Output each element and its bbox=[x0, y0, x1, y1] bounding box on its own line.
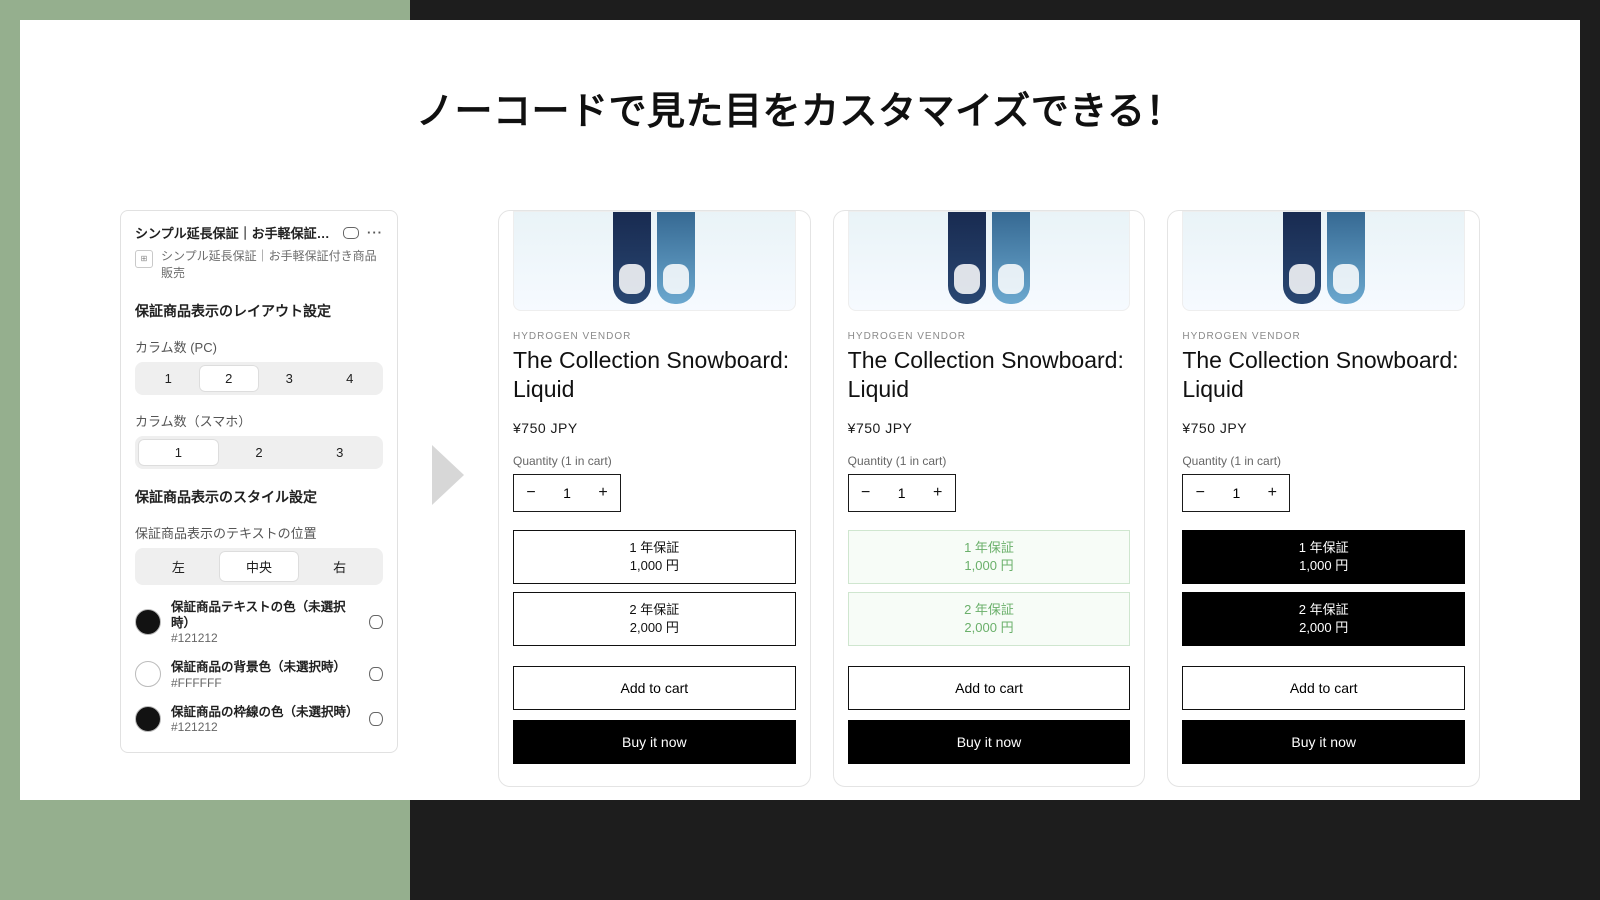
add-to-cart-button[interactable]: Add to cart bbox=[513, 666, 796, 710]
arrow-right-icon bbox=[432, 445, 464, 505]
product-title: The Collection Snowboard: Liquid bbox=[513, 346, 796, 404]
product-vendor: HYDROGEN VENDOR bbox=[848, 331, 1131, 342]
database-icon bbox=[369, 667, 383, 681]
columns-sp-segment: 1 2 3 bbox=[135, 436, 383, 469]
color-bg-hex: #FFFFFF bbox=[171, 676, 359, 690]
database-icon[interactable] bbox=[343, 227, 359, 239]
product-price: ¥750 JPY bbox=[1182, 420, 1465, 436]
product-previews: HYDROGEN VENDOR The Collection Snowboard… bbox=[498, 210, 1480, 787]
quantity-label: Quantity (1 in cart) bbox=[1182, 454, 1465, 468]
color-bg-name: 保証商品の背景色（未選択時） bbox=[171, 659, 359, 675]
more-icon[interactable]: ··· bbox=[367, 225, 383, 240]
warranty-1-price: 1,000 円 bbox=[514, 557, 795, 575]
product-card: HYDROGEN VENDOR The Collection Snowboard… bbox=[833, 210, 1146, 787]
swatch-bg-color bbox=[135, 661, 161, 687]
swatch-border-color bbox=[135, 706, 161, 732]
warranty-2-price: 2,000 円 bbox=[1183, 619, 1464, 637]
product-vendor: HYDROGEN VENDOR bbox=[1182, 331, 1465, 342]
qty-increase-button[interactable]: + bbox=[921, 475, 955, 511]
text-pos-right[interactable]: 右 bbox=[299, 551, 380, 582]
warranty-option-1[interactable]: 1 年保証 1,000 円 bbox=[1182, 530, 1465, 584]
qty-value: 1 bbox=[883, 485, 921, 501]
add-to-cart-button[interactable]: Add to cart bbox=[1182, 666, 1465, 710]
block-icon: ⊞ bbox=[135, 250, 153, 268]
settings-subheader: シンプル延長保証｜お手軽保証付き商品販売 bbox=[161, 248, 383, 283]
quantity-stepper[interactable]: − 1 + bbox=[848, 474, 956, 512]
product-image bbox=[848, 211, 1131, 311]
product-vendor: HYDROGEN VENDOR bbox=[513, 331, 796, 342]
color-row-border[interactable]: 保証商品の枠線の色（未選択時） #121212 bbox=[135, 704, 383, 734]
add-to-cart-button[interactable]: Add to cart bbox=[848, 666, 1131, 710]
color-row-text[interactable]: 保証商品テキストの色（未選択時） #121212 bbox=[135, 599, 383, 646]
settings-header: シンプル延長保証｜お手軽保証… bbox=[135, 223, 335, 242]
database-icon bbox=[369, 712, 383, 726]
warranty-1-label: 1 年保証 bbox=[849, 539, 1130, 557]
warranty-option-2[interactable]: 2 年保証 2,000 円 bbox=[1182, 592, 1465, 646]
section-style-title: 保証商品表示のスタイル設定 bbox=[135, 487, 383, 507]
qty-increase-button[interactable]: + bbox=[586, 475, 620, 511]
warranty-option-1[interactable]: 1 年保証 1,000 円 bbox=[848, 530, 1131, 584]
color-text-hex: #121212 bbox=[171, 631, 359, 645]
product-card: HYDROGEN VENDOR The Collection Snowboard… bbox=[1167, 210, 1480, 787]
product-title: The Collection Snowboard: Liquid bbox=[848, 346, 1131, 404]
qty-decrease-button[interactable]: − bbox=[1183, 475, 1217, 511]
buy-now-button[interactable]: Buy it now bbox=[513, 720, 796, 764]
color-text-name: 保証商品テキストの色（未選択時） bbox=[171, 599, 359, 632]
columns-sp-option-1[interactable]: 1 bbox=[138, 439, 219, 466]
database-icon bbox=[369, 615, 383, 629]
warranty-2-price: 2,000 円 bbox=[849, 619, 1130, 637]
warranty-2-label: 2 年保証 bbox=[514, 601, 795, 619]
product-image bbox=[1182, 211, 1465, 311]
columns-pc-segment: 1 2 3 4 bbox=[135, 362, 383, 395]
text-pos-left[interactable]: 左 bbox=[138, 551, 219, 582]
color-border-name: 保証商品の枠線の色（未選択時） bbox=[171, 704, 359, 720]
columns-sp-option-3[interactable]: 3 bbox=[299, 439, 380, 466]
warranty-2-label: 2 年保証 bbox=[1183, 601, 1464, 619]
section-layout-title: 保証商品表示のレイアウト設定 bbox=[135, 301, 383, 321]
product-image bbox=[513, 211, 796, 311]
product-price: ¥750 JPY bbox=[848, 420, 1131, 436]
quantity-label: Quantity (1 in cart) bbox=[513, 454, 796, 468]
text-pos-center[interactable]: 中央 bbox=[219, 551, 300, 582]
warranty-1-price: 1,000 円 bbox=[1183, 557, 1464, 575]
qty-value: 1 bbox=[548, 485, 586, 501]
warranty-1-label: 1 年保証 bbox=[1183, 539, 1464, 557]
columns-pc-option-3[interactable]: 3 bbox=[259, 365, 320, 392]
quantity-stepper[interactable]: − 1 + bbox=[1182, 474, 1290, 512]
qty-decrease-button[interactable]: − bbox=[849, 475, 883, 511]
warranty-option-2[interactable]: 2 年保証 2,000 円 bbox=[513, 592, 796, 646]
columns-pc-option-4[interactable]: 4 bbox=[320, 365, 381, 392]
text-pos-segment: 左 中央 右 bbox=[135, 548, 383, 585]
qty-increase-button[interactable]: + bbox=[1255, 475, 1289, 511]
warranty-option-2[interactable]: 2 年保証 2,000 円 bbox=[848, 592, 1131, 646]
product-title: The Collection Snowboard: Liquid bbox=[1182, 346, 1465, 404]
quantity-stepper[interactable]: − 1 + bbox=[513, 474, 621, 512]
swatch-text-color bbox=[135, 609, 161, 635]
columns-sp-option-2[interactable]: 2 bbox=[219, 439, 300, 466]
warranty-1-label: 1 年保証 bbox=[514, 539, 795, 557]
columns-pc-option-2[interactable]: 2 bbox=[199, 365, 260, 392]
buy-now-button[interactable]: Buy it now bbox=[1182, 720, 1465, 764]
warranty-option-1[interactable]: 1 年保証 1,000 円 bbox=[513, 530, 796, 584]
columns-pc-option-1[interactable]: 1 bbox=[138, 365, 199, 392]
qty-decrease-button[interactable]: − bbox=[514, 475, 548, 511]
qty-value: 1 bbox=[1217, 485, 1255, 501]
warranty-2-label: 2 年保証 bbox=[849, 601, 1130, 619]
columns-sp-label: カラム数（スマホ） bbox=[135, 411, 383, 430]
columns-pc-label: カラム数 (PC) bbox=[135, 337, 383, 356]
text-pos-label: 保証商品表示のテキストの位置 bbox=[135, 523, 383, 542]
color-row-bg[interactable]: 保証商品の背景色（未選択時） #FFFFFF bbox=[135, 659, 383, 689]
buy-now-button[interactable]: Buy it now bbox=[848, 720, 1131, 764]
settings-panel: シンプル延長保証｜お手軽保証… ··· ⊞ シンプル延長保証｜お手軽保証付き商品… bbox=[120, 210, 398, 753]
quantity-label: Quantity (1 in cart) bbox=[848, 454, 1131, 468]
color-border-hex: #121212 bbox=[171, 720, 359, 734]
warranty-2-price: 2,000 円 bbox=[514, 619, 795, 637]
page-title: ノーコードで見た目をカスタマイズできる！ bbox=[20, 80, 1580, 135]
product-price: ¥750 JPY bbox=[513, 420, 796, 436]
warranty-1-price: 1,000 円 bbox=[849, 557, 1130, 575]
product-card: HYDROGEN VENDOR The Collection Snowboard… bbox=[498, 210, 811, 787]
